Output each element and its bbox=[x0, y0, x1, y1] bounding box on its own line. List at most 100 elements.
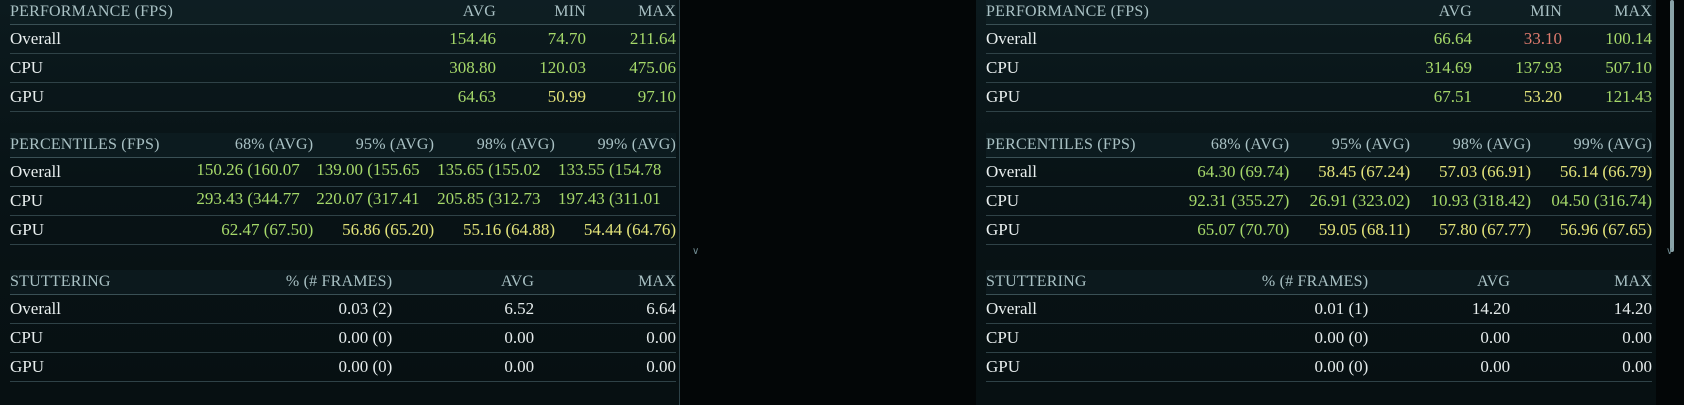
max-value: 0.00 bbox=[646, 328, 677, 347]
stuttering-header: STUTTERING % (# FRAMES) AVG MAX bbox=[986, 270, 1652, 295]
col-min-header: MIN bbox=[554, 3, 586, 20]
col-min-header: MIN bbox=[1530, 3, 1562, 20]
scrollbar-thumb[interactable] bbox=[1670, 0, 1674, 252]
row-label: Overall bbox=[986, 162, 1037, 181]
frames-value: 0.00 (0) bbox=[1314, 357, 1369, 376]
p95-value: 26.91 (323.02) bbox=[1309, 191, 1411, 210]
max-value: 121.43 bbox=[1605, 87, 1652, 106]
table-row: CPU 308.80 120.03 475.06 bbox=[10, 54, 676, 83]
percentiles-header: PERCENTILES (FPS) 68% (AVG) 95% (AVG) 98… bbox=[986, 133, 1652, 158]
col-p99-header: 99% (AVG) bbox=[1573, 136, 1652, 153]
row-label: GPU bbox=[986, 220, 1021, 239]
p99-value: 04.50 (316.74) bbox=[1551, 191, 1652, 210]
benchmark-panel-right: PERFORMANCE (FPS) AVG MIN MAX Overall 66… bbox=[976, 0, 1656, 405]
table-row: CPU 0.00 (0) 0.00 0.00 bbox=[10, 324, 676, 353]
avg-value: 0.00 bbox=[504, 328, 535, 347]
min-value: 120.03 bbox=[539, 58, 586, 77]
stuttering-table: STUTTERING % (# FRAMES) AVG MAX Overall … bbox=[986, 270, 1652, 382]
max-value: 507.10 bbox=[1605, 58, 1652, 77]
frames-value: 0.03 (2) bbox=[338, 299, 393, 318]
p95-value: 58.45 (67.24) bbox=[1318, 162, 1411, 181]
benchmark-panel-left: PERFORMANCE (FPS) AVG MIN MAX Overall 15… bbox=[0, 0, 680, 405]
p95-value: 59.05 (68.11) bbox=[1318, 220, 1411, 239]
p98-value: 10.93 (318.42) bbox=[1430, 191, 1532, 210]
max-value: 14.20 bbox=[1613, 299, 1653, 318]
p68-value: 92.31 (355.27) bbox=[1188, 191, 1290, 210]
table-row: Overall 66.64 33.10 100.14 bbox=[986, 25, 1652, 54]
row-label: CPU bbox=[10, 328, 44, 347]
row-label: CPU bbox=[986, 191, 1020, 210]
performance-title: PERFORMANCE (FPS) bbox=[10, 3, 174, 20]
row-label: Overall bbox=[10, 162, 61, 181]
col-frames-header: % (# FRAMES) bbox=[1261, 273, 1369, 290]
min-value: 53.20 bbox=[1523, 87, 1562, 106]
chevron-down-icon[interactable]: ∨ bbox=[1666, 246, 1673, 257]
avg-value: 0.00 bbox=[1480, 357, 1511, 376]
row-label: GPU bbox=[986, 87, 1021, 106]
frames-value: 0.01 (1) bbox=[1314, 299, 1369, 318]
percentiles-table: PERCENTILES (FPS) 68% (AVG) 95% (AVG) 98… bbox=[986, 133, 1652, 245]
avg-value: 0.00 bbox=[1480, 328, 1511, 347]
p99-value: 197.43 (311.01 bbox=[558, 188, 661, 208]
table-row: GPU 65.07 (70.70) 59.05 (68.11) 57.80 (6… bbox=[986, 216, 1652, 245]
max-value: 0.00 bbox=[646, 357, 677, 376]
avg-value: 308.80 bbox=[449, 58, 496, 77]
row-label: CPU bbox=[986, 58, 1020, 77]
col-avg-header: AVG bbox=[462, 3, 496, 20]
table-row: CPU 92.31 (355.27) 26.91 (323.02) 10.93 … bbox=[986, 187, 1652, 216]
row-label: GPU bbox=[10, 220, 45, 239]
table-row: GPU 62.47 (67.50) 56.86 (65.20) 55.16 (6… bbox=[10, 216, 676, 245]
percentiles-table: PERCENTILES (FPS) 68% (AVG) 95% (AVG) 98… bbox=[10, 133, 676, 245]
p99-value: 54.44 (64.76) bbox=[583, 220, 676, 239]
performance-table: PERFORMANCE (FPS) AVG MIN MAX Overall 15… bbox=[10, 0, 676, 112]
col-avg-header: AVG bbox=[1476, 273, 1511, 290]
col-max-header: MAX bbox=[638, 3, 676, 20]
percentiles-title: PERCENTILES (FPS) bbox=[986, 136, 1136, 153]
stuttering-table: STUTTERING % (# FRAMES) AVG MAX Overall … bbox=[10, 270, 676, 382]
frames-value: 0.00 (0) bbox=[1314, 328, 1369, 347]
min-value: 50.99 bbox=[547, 87, 586, 106]
p99-value: 56.96 (67.65) bbox=[1559, 220, 1652, 239]
p98-value: 57.80 (67.77) bbox=[1439, 220, 1532, 239]
row-label: GPU bbox=[10, 357, 45, 376]
min-value: 33.10 bbox=[1523, 29, 1562, 48]
avg-value: 64.63 bbox=[457, 87, 496, 106]
col-p98-header: 98% (AVG) bbox=[1452, 136, 1532, 153]
p95-value: 139.00 (155.65 bbox=[316, 159, 420, 179]
table-row: Overall 0.01 (1) 14.20 14.20 bbox=[986, 295, 1652, 324]
avg-value: 67.51 bbox=[1433, 87, 1472, 106]
col-max-header: MAX bbox=[1614, 273, 1653, 290]
min-value: 74.70 bbox=[547, 29, 586, 48]
max-value: 6.64 bbox=[646, 299, 677, 318]
row-label: GPU bbox=[986, 357, 1021, 376]
row-label: CPU bbox=[10, 191, 44, 210]
p98-value: 205.85 (312.73 bbox=[437, 188, 541, 208]
max-value: 475.06 bbox=[629, 58, 676, 77]
avg-value: 0.00 bbox=[504, 357, 535, 376]
percentiles-title: PERCENTILES (FPS) bbox=[10, 136, 160, 153]
p99-value: 133.55 (154.78 bbox=[558, 159, 662, 179]
table-row: GPU 64.63 50.99 97.10 bbox=[10, 83, 676, 112]
col-avg-header: AVG bbox=[1438, 3, 1472, 20]
col-p95-header: 95% (AVG) bbox=[355, 136, 435, 153]
p99-value: 56.14 (66.79) bbox=[1559, 162, 1652, 181]
table-row: CPU 314.69 137.93 507.10 bbox=[986, 54, 1652, 83]
p95-value: 220.07 (317.41 bbox=[316, 188, 420, 208]
col-p98-header: 98% (AVG) bbox=[476, 136, 556, 153]
p95-value: 56.86 (65.20) bbox=[342, 220, 435, 239]
max-value: 0.00 bbox=[1622, 328, 1653, 347]
p98-value: 57.03 (66.91) bbox=[1439, 162, 1532, 181]
avg-value: 314.69 bbox=[1425, 58, 1472, 77]
percentiles-header: PERCENTILES (FPS) 68% (AVG) 95% (AVG) 98… bbox=[10, 133, 676, 158]
table-row: Overall 0.03 (2) 6.52 6.64 bbox=[10, 295, 676, 324]
avg-value: 14.20 bbox=[1471, 299, 1511, 318]
table-row: CPU 0.00 (0) 0.00 0.00 bbox=[986, 324, 1652, 353]
performance-header: PERFORMANCE (FPS) AVG MIN MAX bbox=[10, 0, 676, 25]
row-label: Overall bbox=[986, 29, 1037, 48]
max-value: 211.64 bbox=[629, 29, 676, 48]
stuttering-header: STUTTERING % (# FRAMES) AVG MAX bbox=[10, 270, 676, 295]
p68-value: 65.07 (70.70) bbox=[1197, 220, 1290, 239]
frames-value: 0.00 (0) bbox=[338, 328, 393, 347]
row-label: Overall bbox=[10, 299, 61, 318]
p68-value: 150.26 (160.07 bbox=[196, 159, 300, 179]
